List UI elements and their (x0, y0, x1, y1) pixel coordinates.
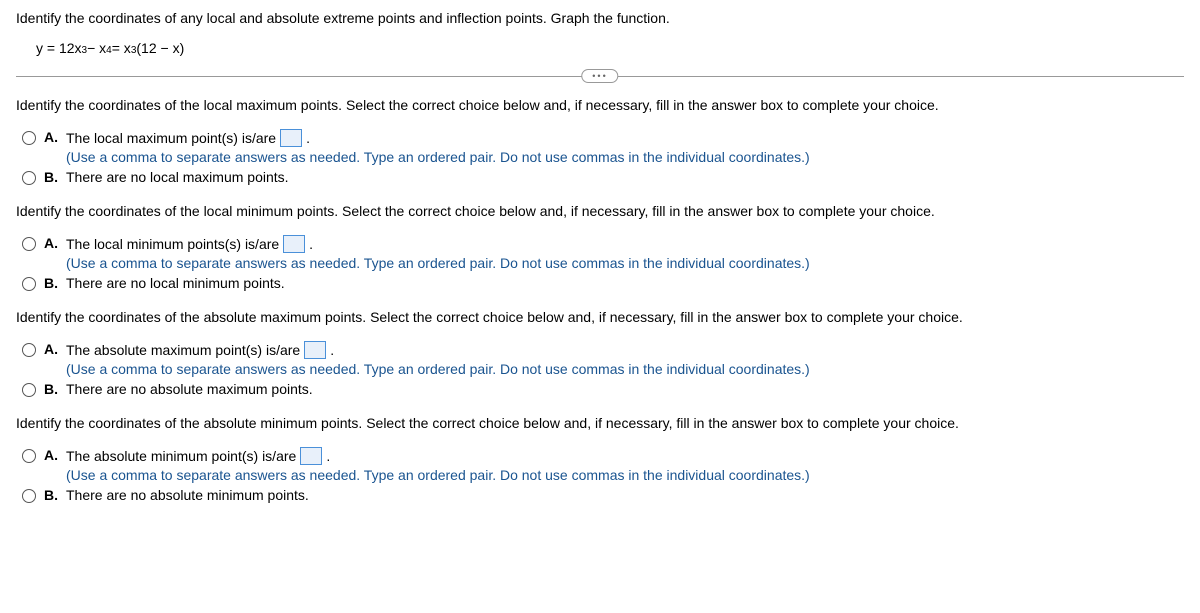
q3-choices: A. The absolute maximum point(s) is/are … (16, 341, 1184, 397)
q1-choices: A. The local maximum point(s) is/are . (… (16, 129, 1184, 185)
q4-prompt: Identify the coordinates of the absolute… (16, 415, 1184, 431)
q2-a-text-pre: The local minimum points(s) is/are (66, 236, 279, 252)
q3-choice-a: A. The absolute maximum point(s) is/are … (22, 341, 1184, 377)
q1-choice-b: B. There are no local maximum points. (22, 169, 1184, 185)
q3-radio-a[interactable] (22, 343, 36, 357)
choice-label-b: B. (44, 275, 60, 291)
q4-hint: (Use a comma to separate answers as need… (66, 467, 1184, 483)
q3-b-text: There are no absolute maximum points. (66, 381, 313, 397)
q4-b-text: There are no absolute minimum points. (66, 487, 309, 503)
q2-radio-a[interactable] (22, 237, 36, 251)
q1-radio-a[interactable] (22, 131, 36, 145)
q2-choices: A. The local minimum points(s) is/are . … (16, 235, 1184, 291)
q1-prompt: Identify the coordinates of the local ma… (16, 97, 1184, 113)
q1-choice-a: A. The local maximum point(s) is/are . (… (22, 129, 1184, 165)
equation: y = 12x3 − x4 = x3(12 − x) (36, 40, 1184, 56)
q2-prompt: Identify the coordinates of the local mi… (16, 203, 1184, 219)
q1-a-text-post: . (306, 130, 310, 146)
q1-radio-b[interactable] (22, 171, 36, 185)
q4-choices: A. The absolute minimum point(s) is/are … (16, 447, 1184, 503)
q3-answer-box[interactable] (304, 341, 326, 359)
choice-label-a: A. (44, 129, 60, 145)
q3-a-text-post: . (330, 342, 334, 358)
q3-a-text-pre: The absolute maximum point(s) is/are (66, 342, 300, 358)
q4-choice-a: A. The absolute minimum point(s) is/are … (22, 447, 1184, 483)
choice-label-a: A. (44, 447, 60, 463)
choice-label-b: B. (44, 381, 60, 397)
q3-radio-b[interactable] (22, 383, 36, 397)
choice-label-a: A. (44, 341, 60, 357)
q4-answer-box[interactable] (300, 447, 322, 465)
q1-hint: (Use a comma to separate answers as need… (66, 149, 1184, 165)
q4-radio-a[interactable] (22, 449, 36, 463)
choice-label-b: B. (44, 169, 60, 185)
q4-a-text-post: . (326, 448, 330, 464)
q3-hint: (Use a comma to separate answers as need… (66, 361, 1184, 377)
q3-choice-b: B. There are no absolute maximum points. (22, 381, 1184, 397)
question-instructions: Identify the coordinates of any local an… (16, 10, 1184, 26)
choice-label-b: B. (44, 487, 60, 503)
q2-answer-box[interactable] (283, 235, 305, 253)
q1-a-text-pre: The local maximum point(s) is/are (66, 130, 276, 146)
q2-b-text: There are no local minimum points. (66, 275, 285, 291)
divider: ••• (16, 76, 1184, 77)
q2-choice-b: B. There are no local minimum points. (22, 275, 1184, 291)
q2-a-text-post: . (309, 236, 313, 252)
q4-choice-b: B. There are no absolute minimum points. (22, 487, 1184, 503)
q2-radio-b[interactable] (22, 277, 36, 291)
q2-hint: (Use a comma to separate answers as need… (66, 255, 1184, 271)
q2-choice-a: A. The local minimum points(s) is/are . … (22, 235, 1184, 271)
q4-a-text-pre: The absolute minimum point(s) is/are (66, 448, 296, 464)
q3-prompt: Identify the coordinates of the absolute… (16, 309, 1184, 325)
q1-b-text: There are no local maximum points. (66, 169, 289, 185)
q4-radio-b[interactable] (22, 489, 36, 503)
expand-button[interactable]: ••• (581, 69, 618, 83)
choice-label-a: A. (44, 235, 60, 251)
q1-answer-box[interactable] (280, 129, 302, 147)
